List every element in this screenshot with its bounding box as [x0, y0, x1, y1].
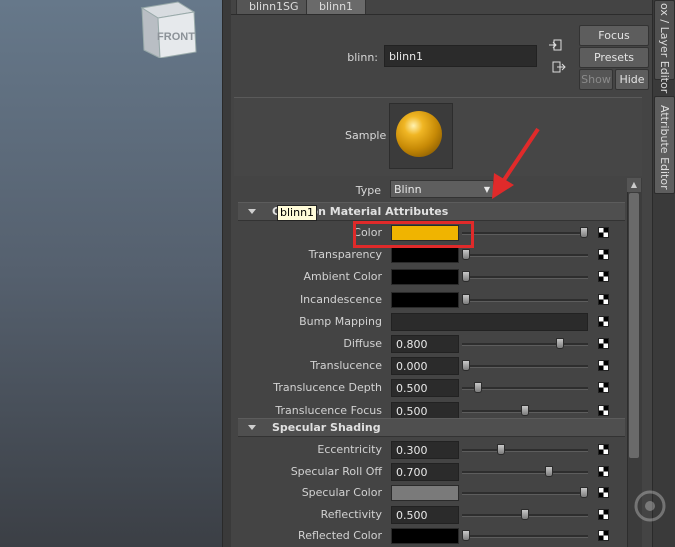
viewcube-label: FRONT: [157, 31, 195, 43]
tooltip: blinn1: [277, 205, 318, 221]
incandescence-swatch[interactable]: [391, 291, 459, 308]
ambient-color-swatch[interactable]: [391, 269, 459, 286]
translucence-focus-label: Translucence Focus: [275, 403, 382, 417]
diffuse-slider-track[interactable]: [462, 343, 588, 346]
viewcube-icon[interactable]: FRONT: [138, 0, 198, 58]
map-button-icon[interactable]: [598, 227, 609, 238]
reflected-color-slider-track[interactable]: [462, 535, 588, 538]
specular-roll-off-label: Specular Roll Off: [290, 464, 382, 478]
reflectivity-slider-handle[interactable]: [521, 508, 529, 520]
translucence-slider-handle[interactable]: [462, 360, 470, 372]
color-slider-track[interactable]: [462, 232, 588, 235]
translucence-depth-label: Translucence Depth: [273, 381, 382, 395]
ambient-color-label: Ambient Color: [303, 270, 382, 284]
reflectivity-input[interactable]: 0.500: [391, 505, 459, 524]
translucence-input[interactable]: 0.000: [391, 357, 459, 376]
material-preview-sphere: [396, 111, 442, 157]
reflected-color-label: Reflected Color: [298, 529, 382, 542]
diffuse-input[interactable]: 0.800: [391, 335, 459, 353]
sample-label: Sample: [345, 129, 387, 142]
specular-roll-off-slider-track[interactable]: [462, 470, 588, 474]
scrollbar-thumb[interactable]: [629, 193, 639, 458]
collapse-triangle-icon: [248, 209, 256, 214]
specular-shading-header[interactable]: Specular Shading: [238, 418, 625, 437]
output-connection-icon[interactable]: [552, 60, 566, 74]
type-dropdown[interactable]: Blinn ▼: [390, 180, 494, 198]
map-button-icon[interactable]: [598, 293, 609, 305]
type-value: Blinn: [394, 183, 422, 196]
eccentricity-slider-handle[interactable]: [497, 444, 506, 455]
3d-viewport[interactable]: [0, 0, 222, 547]
map-button-icon[interactable]: [598, 404, 609, 416]
hide-button[interactable]: Hide: [615, 69, 649, 90]
node-name-label: blinn:: [347, 51, 378, 64]
eccentricity-label: Eccentricity: [317, 443, 382, 456]
map-button-icon[interactable]: [598, 271, 609, 283]
incandescence-slider-track[interactable]: [462, 298, 588, 302]
ambient-color-slider-track[interactable]: [462, 276, 588, 280]
color-slider-handle[interactable]: [580, 227, 588, 238]
highlight-box: [353, 221, 474, 248]
specular-color-label: Specular Color: [301, 486, 382, 499]
translucence-focus-slider-handle[interactable]: [521, 404, 529, 416]
specular-color-slider-track[interactable]: [462, 492, 588, 495]
map-button-icon[interactable]: [598, 530, 609, 541]
tab-blinn1[interactable]: blinn1: [306, 0, 367, 15]
specular-roll-off-slider-handle[interactable]: [544, 465, 553, 477]
specular-color-swatch[interactable]: [391, 485, 459, 501]
map-button-icon[interactable]: [598, 338, 609, 349]
specular-color-slider-handle[interactable]: [580, 487, 588, 498]
ambient-color-slider-handle[interactable]: [462, 271, 470, 283]
map-button-icon[interactable]: [598, 508, 609, 520]
tab-attribute-editor-label: Attribute Editor: [658, 105, 671, 190]
bump-mapping-input[interactable]: [391, 312, 588, 331]
tab-attribute-editor[interactable]: Attribute Editor: [654, 96, 675, 194]
section-title: Specular Shading: [272, 421, 381, 434]
transparency-slider-track[interactable]: [462, 254, 588, 258]
tab-divider: [231, 14, 652, 15]
scroll-up-icon[interactable]: ▲: [627, 178, 641, 192]
translucence-focus-input[interactable]: 0.500: [391, 401, 459, 420]
tab-layer-editor-label: ox / Layer Editor: [658, 3, 671, 94]
translucence-depth-input[interactable]: 0.500: [391, 379, 459, 398]
eccentricity-slider-track[interactable]: [462, 449, 588, 452]
map-button-icon[interactable]: [598, 487, 609, 498]
presets-button[interactable]: Presets: [579, 47, 649, 68]
specular-roll-off-input[interactable]: 0.700: [391, 462, 459, 481]
reflected-color-swatch[interactable]: [391, 528, 459, 544]
translucence-label: Translucence: [310, 359, 382, 373]
transparency-slider-handle[interactable]: [462, 249, 470, 261]
translucence-depth-slider-handle[interactable]: [473, 382, 482, 394]
map-button-icon[interactable]: [598, 465, 609, 477]
incandescence-label: Incandescence: [299, 292, 382, 306]
map-button-icon[interactable]: [598, 315, 609, 327]
transparency-swatch[interactable]: [391, 247, 459, 264]
eccentricity-input[interactable]: 0.300: [391, 441, 459, 459]
bump-mapping-label: Bump Mapping: [299, 314, 382, 328]
show-button[interactable]: Show: [579, 69, 613, 90]
node-name-input[interactable]: blinn1: [384, 45, 537, 67]
tab-blinn1sg[interactable]: blinn1SG: [236, 0, 312, 15]
reflectivity-label: Reflectivity: [320, 507, 382, 521]
diffuse-label: Diffuse: [343, 337, 382, 350]
diffuse-slider-handle[interactable]: [556, 338, 565, 349]
incandescence-slider-handle[interactable]: [462, 293, 470, 305]
annotation-arrow-icon: [492, 127, 540, 199]
reflected-color-slider-handle[interactable]: [462, 530, 470, 541]
map-button-icon[interactable]: [598, 249, 609, 261]
transparency-label: Transparency: [308, 248, 382, 262]
map-button-icon[interactable]: [598, 382, 609, 394]
watermark-icon: [634, 490, 666, 522]
map-button-icon[interactable]: [598, 444, 609, 455]
focus-button[interactable]: Focus: [579, 25, 649, 46]
map-button-icon[interactable]: [598, 360, 609, 372]
translucence-slider-track[interactable]: [462, 365, 588, 369]
collapse-triangle-icon: [248, 425, 256, 430]
type-label: Type: [355, 184, 381, 197]
tab-layer-editor[interactable]: ox / Layer Editor: [654, 0, 675, 93]
input-connection-icon[interactable]: [548, 38, 562, 52]
